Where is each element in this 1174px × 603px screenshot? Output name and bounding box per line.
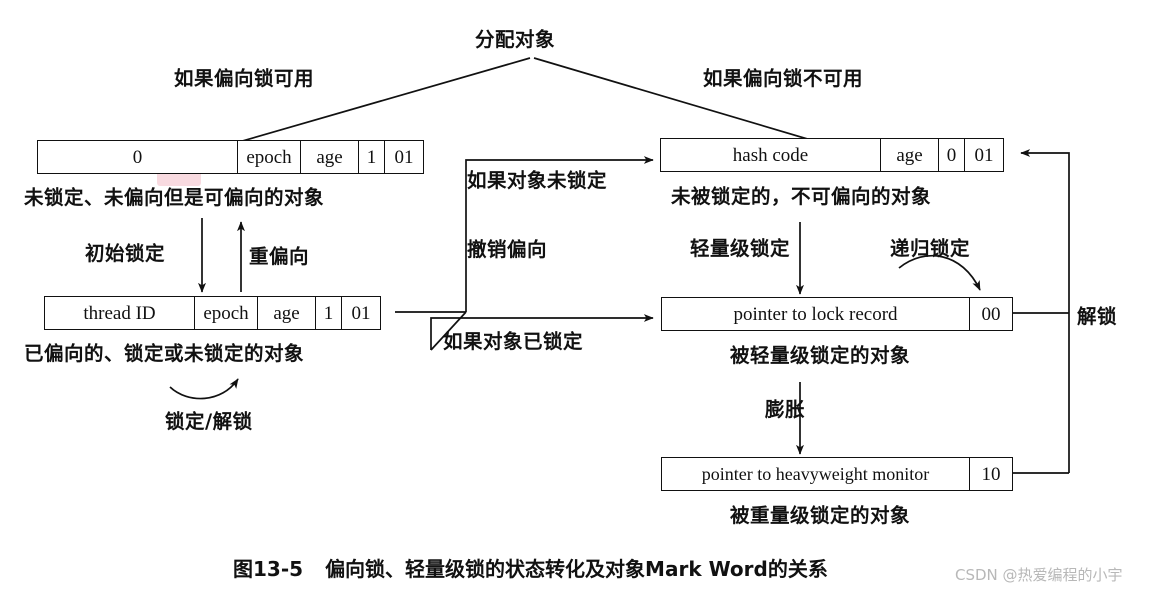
markword-box-monitor: pointer to heavyweight monitor 10	[661, 457, 1013, 491]
markword-cell: hash code	[661, 139, 881, 171]
markword-cell: age	[881, 139, 939, 171]
label-rebias: 重偏向	[249, 245, 310, 268]
edge-lock-unlock-loop	[169, 378, 239, 400]
markword-cell: 10	[981, 463, 1001, 485]
markword-cell: 01	[351, 302, 371, 324]
markword-cell: epoch	[195, 297, 258, 329]
caption-lockrecord: 被轻量级锁定的对象	[730, 344, 911, 367]
caption-biasable: 未锁定、未偏向但是可偏向的对象	[24, 186, 325, 209]
markword-cell: 1	[359, 141, 385, 173]
figure-caption-text: 偏向锁、轻量级锁的状态转化及对象Mark Word的关系	[325, 557, 828, 581]
markword-cell: age	[301, 141, 359, 173]
label-allocate-object: 分配对象	[475, 28, 556, 51]
label-lock-unlock: 锁定/解锁	[165, 410, 253, 433]
markword-box-lockrecord: pointer to lock record 00	[661, 297, 1013, 331]
markword-cell: pointer to heavyweight monitor	[662, 458, 970, 490]
markword-box-biased: thread ID epoch age 1 01	[44, 296, 381, 330]
figure-caption: 图13-5 偏向锁、轻量级锁的状态转化及对象Mark Word的关系	[233, 553, 828, 582]
figure-number: 图13-5	[233, 557, 304, 581]
label-object-already-locked: 如果对象已锁定	[443, 330, 584, 353]
markword-cell: pointer to lock record	[662, 298, 970, 330]
label-object-not-locked: 如果对象未锁定	[467, 169, 608, 192]
markword-cell: 0	[939, 139, 965, 171]
markword-box-hashcode: hash code age 0 01	[660, 138, 1004, 172]
label-revoke-bias: 撤销偏向	[467, 238, 548, 261]
caption-monitor: 被重量级锁定的对象	[730, 504, 911, 527]
markword-cell: 1	[316, 297, 342, 329]
markword-cell: 0	[38, 141, 238, 173]
watermark: CSDN @热爱编程的小宇	[955, 566, 1123, 584]
markword-cell: epoch	[238, 141, 301, 173]
label-if-bias-unavailable: 如果偏向锁不可用	[703, 67, 864, 90]
markword-cell: 01	[974, 144, 994, 166]
label-lightweight-lock: 轻量级锁定	[690, 237, 791, 260]
diagram-canvas: 分配对象 如果偏向锁可用 如果偏向锁不可用 0 epoch age 1 01 未…	[0, 0, 1174, 603]
edge-unlock-bus	[1020, 149, 1070, 473]
label-unlock: 解锁	[1077, 305, 1118, 328]
markword-cell: thread ID	[45, 297, 195, 329]
label-initial-lock: 初始锁定	[85, 242, 166, 265]
label-recursive-lock: 递归锁定	[890, 237, 971, 260]
label-inflate: 膨胀	[765, 398, 806, 421]
markword-cell: age	[258, 297, 316, 329]
markword-box-biasable: 0 epoch age 1 01	[37, 140, 424, 174]
caption-biased: 已偏向的、锁定或未锁定的对象	[24, 342, 305, 365]
markword-cell: 00	[981, 303, 1001, 325]
markword-cell: 01	[394, 146, 414, 168]
label-if-bias-available: 如果偏向锁可用	[174, 67, 315, 90]
caption-hashcode: 未被锁定的，不可偏向的对象	[671, 185, 932, 208]
